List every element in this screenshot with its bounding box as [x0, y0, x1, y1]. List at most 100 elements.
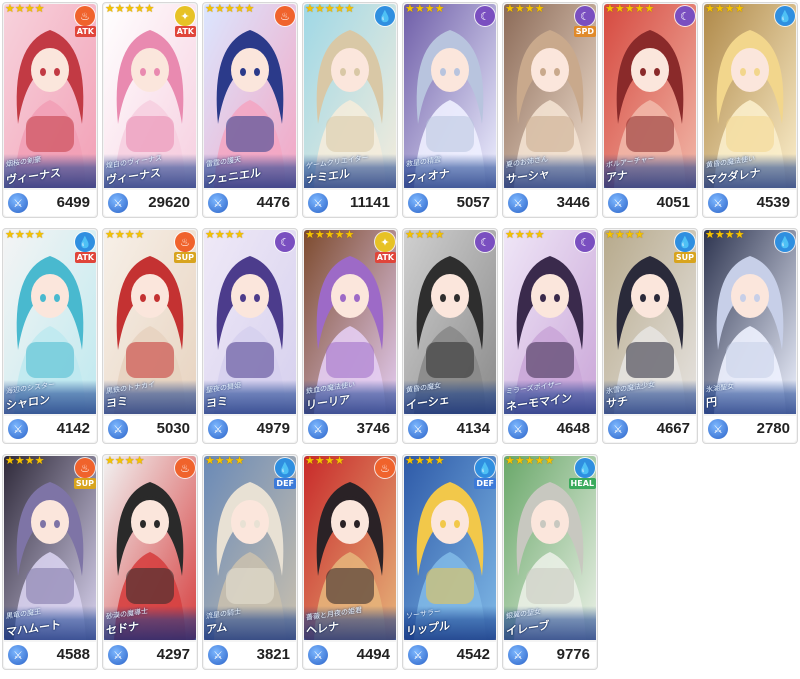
power-bar: ⚔ 4297 [104, 642, 196, 668]
star-icon: ★ [124, 228, 135, 241]
power-bar: ⚔ 11141 [304, 190, 396, 216]
rarity-stars: ★ ★ ★ ★ ★ [205, 3, 254, 15]
character-card[interactable]: ★ ★ ★ ★ ★ ✦ ATK 煌白のヴィーナス ヴィーナス ⚔ 29620 [102, 2, 198, 218]
star-icon: ★ [14, 228, 25, 241]
character-name: アナ [606, 168, 628, 185]
star-icon: ★ [414, 454, 425, 467]
star-icon: ★ [544, 454, 555, 467]
rarity-stars: ★ ★ ★ ★ ★ [605, 3, 654, 15]
role-badge: SPD [573, 26, 596, 37]
power-bar: ⚔ 4667 [604, 416, 696, 442]
rarity-stars: ★ ★ ★ ★ [705, 229, 745, 241]
character-card[interactable]: ★ ★ ★ ★ ☾ 救星の精霊 フィオナ ⚔ 5057 [402, 2, 498, 218]
rarity-stars: ★ ★ ★ ★ [305, 455, 345, 467]
star-icon: ★ [5, 228, 15, 241]
sword-icon: ⚔ [208, 419, 228, 439]
character-card[interactable]: ★ ★ ★ ★ ★ ✦ ATK 鉄血の魔法使い リーリア ⚔ 3746 [302, 228, 398, 444]
sword-icon: ⚔ [108, 419, 128, 439]
star-icon: ★ [205, 454, 215, 467]
fire-element-icon: ♨ [175, 458, 195, 478]
sword-icon: ⚔ [308, 645, 328, 665]
character-name: ヨミ [206, 394, 228, 411]
power-bar: ⚔ 5030 [104, 416, 196, 442]
star-icon: ★ [305, 2, 315, 15]
star-icon: ★ [605, 2, 615, 15]
star-icon: ★ [624, 2, 635, 15]
power-bar: ⚔ 3821 [204, 642, 296, 668]
sword-icon: ⚔ [508, 419, 528, 439]
character-card[interactable]: ★ ★ ★ ★ 💧 SUP 氷雪の魔法少女 サチ ⚔ 4667 [602, 228, 698, 444]
star-icon: ★ [205, 2, 215, 15]
star-icon: ★ [634, 228, 645, 241]
star-icon: ★ [324, 454, 335, 467]
rarity-stars: ★ ★ ★ ★ [405, 229, 445, 241]
character-card[interactable]: ★ ★ ★ ★ 💧 黄昏の魔法使い マクダレナ ⚔ 4539 [702, 2, 798, 218]
star-icon: ★ [534, 2, 545, 15]
star-icon: ★ [314, 454, 325, 467]
power-bar: ⚔ 3446 [504, 190, 596, 216]
star-icon: ★ [424, 454, 435, 467]
character-card[interactable]: ★ ★ ★ ★ ☾ 聖夜の舞姫 ヨミ ⚔ 4979 [202, 228, 298, 444]
power-bar: ⚔ 4979 [204, 416, 296, 442]
light-element-icon: ✦ [175, 6, 195, 26]
star-icon: ★ [524, 2, 535, 15]
role-badge: ATK [374, 252, 396, 263]
character-card[interactable]: ★ ★ ★ ★ ☾ ミラーズポイザー ネーモマイン ⚔ 4648 [502, 228, 598, 444]
rarity-stars: ★ ★ ★ ★ [5, 455, 45, 467]
character-card[interactable]: ★ ★ ★ ★ ★ ♨ 雷霆の護天 フェニエル ⚔ 4476 [202, 2, 298, 218]
power-value: 4142 [56, 420, 90, 437]
star-icon: ★ [124, 2, 135, 15]
character-card[interactable]: ★ ★ ★ ★ 💧 氷湖聖女円 ⚔ 2780 [702, 228, 798, 444]
character-card[interactable]: ★ ★ ★ ★ 💧 DEF 流星の騎士 アム ⚔ 3821 [202, 454, 298, 670]
water-element-icon: 💧 [675, 232, 695, 252]
power-value: 4539 [756, 194, 790, 211]
star-icon: ★ [134, 228, 145, 241]
star-icon: ★ [634, 2, 645, 15]
star-icon: ★ [5, 2, 15, 15]
character-card[interactable]: ★ ★ ★ ★ ♨ 砂漠の魔導士 セドナ ⚔ 4297 [102, 454, 198, 670]
sword-icon: ⚔ [208, 193, 228, 213]
role-badge: ATK [174, 26, 196, 37]
character-name: サチ [606, 394, 628, 411]
star-icon: ★ [324, 2, 335, 15]
star-icon: ★ [514, 228, 525, 241]
dark-element-icon: ☾ [275, 232, 295, 252]
character-name: 円 [706, 395, 717, 410]
sword-icon: ⚔ [608, 419, 628, 439]
role-badge: SUP [173, 252, 196, 263]
star-icon: ★ [305, 454, 315, 467]
character-card[interactable]: ★ ★ ★ ★ ★ ☾ ボルアーチャー アナ ⚔ 4051 [602, 2, 698, 218]
character-card[interactable]: ★ ★ ★ ★ 💧 ATK 海辺のシスター シャロン ⚔ 4142 [2, 228, 98, 444]
power-value: 9776 [556, 646, 590, 663]
character-card[interactable]: ★ ★ ★ ★ ☾ SPD 夏のお姉さん サーシャ ⚔ 3446 [502, 2, 598, 218]
character-card[interactable]: ★ ★ ★ ★ ★ 💧 ゲームクリエイター ナミエル ⚔ 11141 [302, 2, 398, 218]
character-card[interactable]: ★ ★ ★ ★ ♨ 薔薇と月夜の姫君 ヘレナ ⚔ 4494 [302, 454, 398, 670]
star-icon: ★ [344, 228, 355, 241]
star-icon: ★ [234, 228, 245, 241]
star-icon: ★ [705, 228, 715, 241]
water-element-icon: 💧 [475, 458, 495, 478]
power-value: 11141 [349, 194, 390, 211]
character-card[interactable]: ★ ★ ★ ★ ♨ SUP 黒竜の魔王 マハムート ⚔ 4588 [2, 454, 98, 670]
star-icon: ★ [505, 228, 515, 241]
star-icon: ★ [224, 228, 235, 241]
character-card[interactable]: ★ ★ ★ ★ ★ 💧 HEAL 銀翼の聖女 イレーブ ⚔ 9776 [502, 454, 598, 670]
power-value: 29620 [148, 194, 190, 211]
character-card[interactable]: ★ ★ ★ ★ 💧 DEF ソーサラー リップル ⚔ 4542 [402, 454, 498, 670]
power-bar: ⚔ 4494 [304, 642, 396, 668]
star-icon: ★ [114, 454, 125, 467]
power-bar: ⚔ 6499 [4, 190, 96, 216]
star-icon: ★ [105, 228, 115, 241]
role-badge: SUP [673, 252, 696, 263]
rarity-stars: ★ ★ ★ ★ ★ [105, 3, 154, 15]
role-badge: ATK [74, 252, 96, 263]
power-bar: ⚔ 29620 [104, 190, 196, 216]
character-card[interactable]: ★ ★ ★ ★ ♨ ATK 烟桜の剣豪 ヴィーナス ⚔ 6499 [2, 2, 98, 218]
star-icon: ★ [405, 454, 415, 467]
sword-icon: ⚔ [108, 645, 128, 665]
star-icon: ★ [714, 2, 725, 15]
character-card[interactable]: ★ ★ ★ ★ ♨ SUP 黒鉄のトナカイ ヨミ ⚔ 5030 [102, 228, 198, 444]
fire-element-icon: ♨ [175, 232, 195, 252]
star-icon: ★ [405, 228, 415, 241]
character-card[interactable]: ★ ★ ★ ★ ☾ 黄昏の魔女 イーシェ ⚔ 4134 [402, 228, 498, 444]
